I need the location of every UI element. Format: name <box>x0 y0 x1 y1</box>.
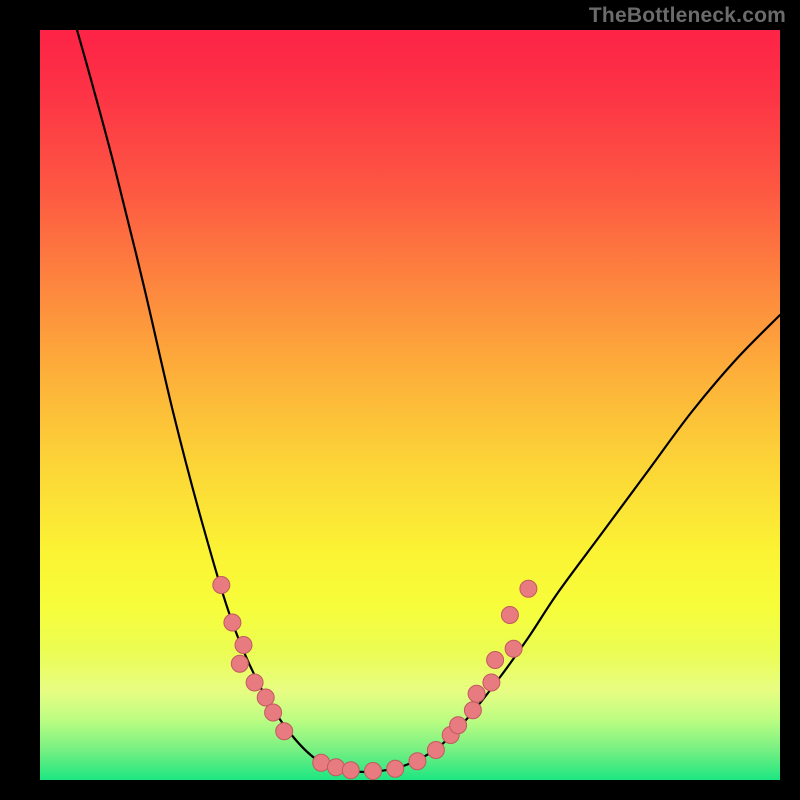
data-marker <box>224 614 241 631</box>
data-marker <box>276 723 293 740</box>
data-marker <box>246 674 263 691</box>
data-marker <box>464 702 481 719</box>
data-marker <box>328 759 345 776</box>
data-marker <box>365 763 382 780</box>
data-marker <box>505 640 522 657</box>
data-marker <box>487 652 504 669</box>
data-marker <box>257 689 274 706</box>
chart-svg <box>40 30 780 780</box>
data-marker <box>265 704 282 721</box>
watermark-text: TheBottleneck.com <box>589 4 786 28</box>
data-marker <box>427 742 444 759</box>
bottleneck-curve <box>77 30 780 772</box>
data-marker <box>409 753 426 770</box>
data-marker <box>450 717 467 734</box>
data-marker <box>520 580 537 597</box>
data-marker <box>387 760 404 777</box>
data-marker <box>468 685 485 702</box>
plot-area <box>40 30 780 780</box>
chart-frame: TheBottleneck.com <box>0 0 800 800</box>
data-marker <box>342 762 359 779</box>
data-marker <box>213 577 230 594</box>
data-marker <box>483 674 500 691</box>
data-marker <box>231 655 248 672</box>
data-marker <box>501 607 518 624</box>
data-markers <box>213 577 537 780</box>
data-marker <box>235 637 252 654</box>
